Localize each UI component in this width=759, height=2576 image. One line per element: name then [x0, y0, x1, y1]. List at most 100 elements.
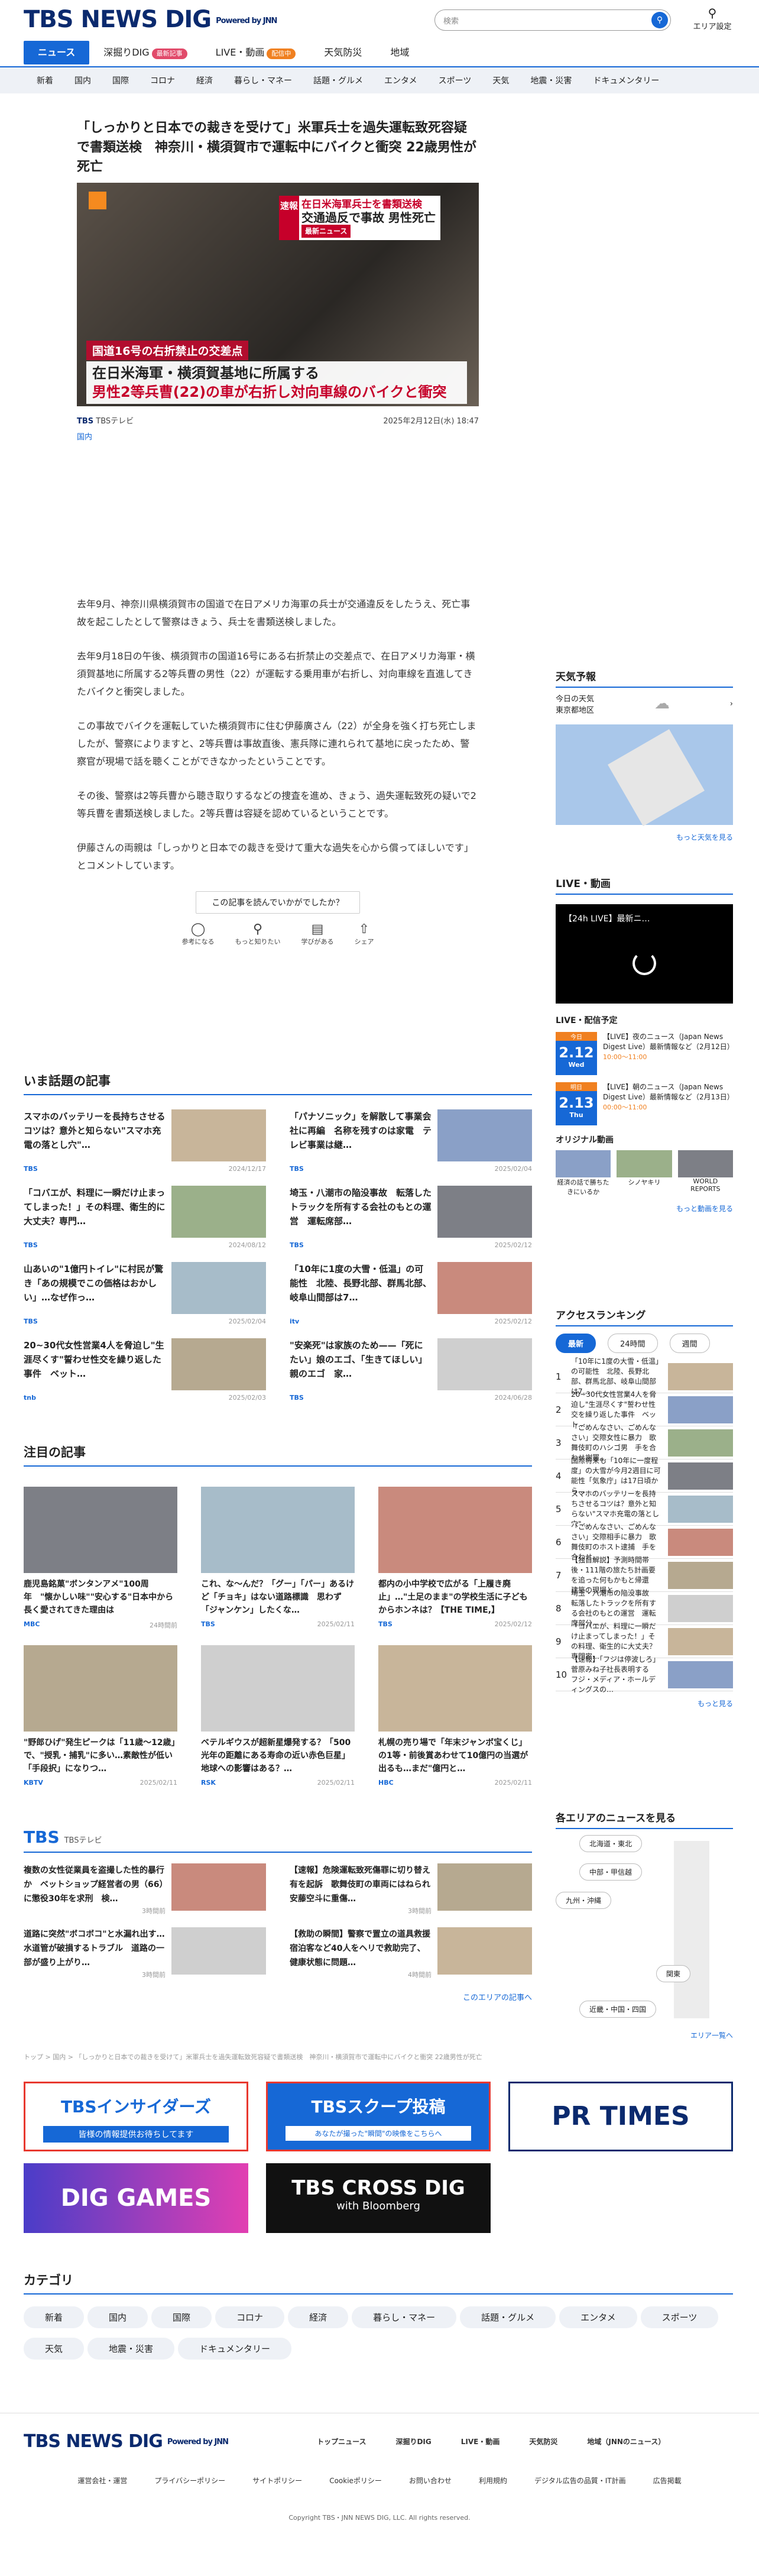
- feature-card[interactable]: 札幌の売り場で「年末ジャンボ宝くじ」の1等・前後賞あわせて10億円の当選が出るも…: [378, 1645, 532, 1787]
- footer-link[interactable]: 利用規約: [479, 2475, 507, 2486]
- footer-link[interactable]: 運営会社・運営: [77, 2475, 127, 2486]
- ranking-tab[interactable]: 最新: [556, 1334, 596, 1353]
- subnav-item[interactable]: 経済: [186, 75, 223, 86]
- area-button[interactable]: 九州・沖縄: [556, 1892, 612, 1909]
- ranking-item[interactable]: 4 国際将来も「10年に一度程度」の大雪が今月2週目に可能性「気象庁」は17日頃か…: [556, 1457, 733, 1495]
- tbs-more-link[interactable]: このエリアの記事へ: [24, 1991, 532, 2002]
- category-chip[interactable]: 国際: [151, 2306, 212, 2328]
- video-card[interactable]: WORLD REPORTS: [677, 1150, 733, 1196]
- live-schedule-item[interactable]: 明日 2.13 Thu 【LIVE】朝のニュース（Japan News Digest …: [556, 1082, 734, 1125]
- tbs-card[interactable]: 【速報】危険運転致死傷罪に切り替え有を起訴 歌舞伎町の車両にはねられ安藤空斗に重…: [290, 1863, 532, 1915]
- footer-link[interactable]: お問い合わせ: [409, 2475, 452, 2486]
- subnav-item[interactable]: 新着: [26, 75, 64, 86]
- category-chip[interactable]: 国内: [87, 2306, 148, 2328]
- nav-news[interactable]: ニュース: [24, 41, 90, 64]
- feedback-share[interactable]: ⇧ シェア: [355, 922, 374, 946]
- ranking-item[interactable]: 8 埼玉・八潮市の陥没事故 転落したトラックを所有する会社のもとの運営 運転席部分…: [556, 1589, 733, 1627]
- subnav-item[interactable]: ドキュメンタリー: [582, 75, 670, 86]
- footer-link[interactable]: Cookieポリシー: [329, 2475, 382, 2486]
- category-chip[interactable]: コロナ: [215, 2306, 285, 2328]
- subnav-item[interactable]: 暮らし・マネー: [223, 75, 303, 86]
- topic-card[interactable]: スマホのバッテリーを長持ちさせるコツは？意外と知らない"スマホ充電の落とし穴"……: [24, 1109, 266, 1173]
- search-icon[interactable]: ⚲: [651, 12, 668, 28]
- category-chip[interactable]: エンタメ: [559, 2306, 637, 2328]
- feature-card[interactable]: "野郎ひげ"発生ピークは「11歳〜12歳」で、"授乳・捕乳"に多い…素敵性が低い…: [24, 1645, 177, 1787]
- article-category[interactable]: 国内: [77, 431, 479, 442]
- nav-region[interactable]: 地域: [376, 41, 423, 64]
- feedback-useful[interactable]: ◯ 参考になる: [182, 922, 215, 946]
- topic-card[interactable]: 20~30代女性営業4人を脅迫し"生涯尽くす"誓わせ性交を繰り返した事件 ベット…: [24, 1338, 266, 1402]
- banner-diggames[interactable]: DIG GAMES: [24, 2163, 248, 2233]
- ranking-item[interactable]: 2 20~30代女性営業4人を脅迫し"生涯尽くす"誓わせ性交を繰り返した事件 ベッ…: [556, 1390, 733, 1429]
- banner-prtimes[interactable]: PR TIMES: [508, 2082, 733, 2151]
- ranking-item[interactable]: 3 「ごめんなさい、ごめんなさい」交際女性に暴力 歌舞伎町のハシゴ男 手を合わせ謝…: [556, 1423, 733, 1462]
- weather-map[interactable]: [556, 724, 733, 826]
- topic-card[interactable]: "安楽死"は家族のため——「死にたい」娘のエゴ、「生きてほしい」親のエゴ 家… T…: [290, 1338, 532, 1402]
- nav-weather[interactable]: 天気防災: [310, 41, 376, 64]
- footer-link[interactable]: プライバシーポリシー: [154, 2475, 225, 2486]
- ranking-item[interactable]: 5 スマホのバッテリーを長持ちさせるコツは？意外と知らない"スマホ充電の落とし穴"…: [556, 1490, 733, 1528]
- feedback-learn[interactable]: ▤ 学びがある: [301, 922, 334, 946]
- ranking-item[interactable]: 6 「ごめんなさい、ごめんなさい」交際相手に暴力 歌舞伎町のホスト逮捕 手を合わせ…: [556, 1523, 733, 1561]
- area-button[interactable]: 北海道・東北: [579, 1835, 643, 1852]
- ranking-item[interactable]: 9 「コバエが、料理に一瞬だけ止まってしまった！」その料理、衛生的に大丈夫？専門家…: [556, 1622, 733, 1661]
- tbs-card[interactable]: 【救助の瞬間】警察で置立の道具救援 宿泊客など40人をヘリで救助完了、健康状態に…: [290, 1927, 532, 1979]
- category-chip[interactable]: 暮らし・マネー: [352, 2306, 457, 2328]
- subnav-item[interactable]: 地震・災害: [520, 75, 582, 86]
- tbs-card[interactable]: 複数の女性従業員を盗撮した性的暴行か ベットショップ経営者の男（66）に懲役30…: [24, 1863, 266, 1915]
- topic-card[interactable]: 「コバエが、料理に一瞬だけ止まってしまった！」その料理、衛生的に大丈夫？専門… T…: [24, 1186, 266, 1249]
- topic-card[interactable]: 「10年に1度の大雪・低温」の可能性 北陸、長野北部、群馬北部、岐阜山間部は7……: [290, 1262, 532, 1325]
- subnav-item[interactable]: エンタメ: [374, 75, 428, 86]
- feature-card[interactable]: これ、な〜んだ？「グー」「パー」あるけど「チョキ」はない道路標識 思わず「ジャン…: [201, 1487, 355, 1630]
- nav-dig[interactable]: 深掘りDIG 最新記事: [89, 41, 201, 64]
- footer-link[interactable]: 深掘りDIG: [395, 2436, 431, 2446]
- feature-card[interactable]: 鹿児島銘菓"ボンタンアメ"100周年 "懐かしい味""安心する"日本中から長く愛…: [24, 1487, 177, 1630]
- subnav-item[interactable]: 国際: [102, 75, 140, 86]
- category-chip[interactable]: 話題・グルメ: [460, 2306, 556, 2328]
- ranking-tab[interactable]: 週間: [669, 1334, 710, 1353]
- subnav-item[interactable]: 話題・グルメ: [303, 75, 374, 86]
- subnav-item[interactable]: 国内: [64, 75, 102, 86]
- area-setting[interactable]: ⚲ エリア設定: [689, 6, 736, 31]
- subnav-item[interactable]: スポーツ: [428, 75, 482, 86]
- topic-card[interactable]: 山あいの"1億円トイレ"に村民が驚き「あの規模でこの価格はおかしい」…なぜ作っ……: [24, 1262, 266, 1325]
- category-chip[interactable]: 天気: [24, 2338, 85, 2360]
- category-chip[interactable]: 地震・災害: [87, 2338, 175, 2360]
- feature-card[interactable]: ベテルギウスが超新星爆発する？「500光年の距離にある寿命の近い赤色巨星」地球へ…: [201, 1645, 355, 1787]
- banner-insider[interactable]: TBSインサイダーズ 皆様の情報提供お待ちしてます: [24, 2082, 248, 2151]
- footer-link[interactable]: 地域（JNNのニュース）: [587, 2436, 665, 2446]
- video-card[interactable]: 経済の話で勝ちたきにいるか: [556, 1150, 611, 1196]
- category-chip[interactable]: 新着: [24, 2306, 85, 2328]
- ranking-item[interactable]: 7 【独自解説】予測時間帯後・111階の旅たち計画要を追った何もかもと帰還 建築の…: [556, 1556, 733, 1594]
- tbs-card[interactable]: 道路に突然"ボコボコ"と水漏れ出す…水道管が破損するトラブル 道路の一部が盛り上…: [24, 1927, 266, 1979]
- topic-card[interactable]: 「パナソニック」を解散して事業会社に再編 名称を残すのは家電 テレビ事業は継… T…: [290, 1109, 532, 1173]
- subnav-item[interactable]: コロナ: [140, 75, 186, 86]
- footer-link[interactable]: トップニュース: [317, 2436, 366, 2446]
- footer-link[interactable]: デジタル広告の品質・IT計画: [534, 2475, 626, 2486]
- footer-logo[interactable]: TBS NEWS DIG Powered by JNN: [24, 2431, 229, 2452]
- live-schedule-item[interactable]: 今日 2.12 Wed 【LIVE】夜のニュース（Japan News Digest …: [556, 1032, 734, 1075]
- category-chip[interactable]: 経済: [288, 2306, 349, 2328]
- video-card[interactable]: シノヤキリ: [617, 1150, 672, 1196]
- footer-link[interactable]: LIVE・動画: [461, 2436, 500, 2446]
- area-button[interactable]: 中部・甲信越: [579, 1863, 643, 1881]
- ranking-tab[interactable]: 24時間: [608, 1334, 658, 1353]
- banner-scoop[interactable]: TBSスクープ投稿 あなたが撮った"瞬間"の映像をこちらへ: [266, 2082, 491, 2151]
- live-player[interactable]: 【24h LIVE】最新ニ…: [556, 904, 733, 1004]
- footer-link[interactable]: サイトポリシー: [252, 2475, 302, 2486]
- topic-card[interactable]: 埼玉・八潮市の陥没事故 転落したトラックを所有する会社のもとの運営 運転席部… T…: [290, 1186, 532, 1249]
- area-button[interactable]: 近畿・中国・四国: [579, 2001, 657, 2018]
- area-button[interactable]: 関東: [656, 1965, 691, 1982]
- ranking-item[interactable]: 10 【速報】「フジは停波しろ」菅原みね子社長表明する フジ・メディア・ホールディ…: [556, 1655, 733, 1694]
- category-chip[interactable]: ドキュメンタリー: [178, 2338, 292, 2360]
- feedback-more[interactable]: ⚲ もっと知りたい: [235, 922, 281, 946]
- nav-live[interactable]: LIVE・動画 配信中: [202, 41, 310, 64]
- ranking-item[interactable]: 1 「10年に1度の大雪・低温」の可能性 北陸、長野北部、群馬北部、岐阜山間部は7…: [556, 1357, 733, 1396]
- footer-link[interactable]: 広告掲載: [653, 2475, 682, 2486]
- footer-link[interactable]: 天気防災: [529, 2436, 557, 2446]
- category-chip[interactable]: スポーツ: [640, 2306, 719, 2328]
- site-logo[interactable]: TBS NEWS DIG Powered by JNN: [24, 6, 277, 33]
- search-box[interactable]: 検索 ⚲: [434, 9, 671, 31]
- chevron-right-icon[interactable]: ›: [730, 700, 733, 708]
- banner-crossdig[interactable]: TBS CROSS DIG with Bloomberg: [266, 2163, 491, 2233]
